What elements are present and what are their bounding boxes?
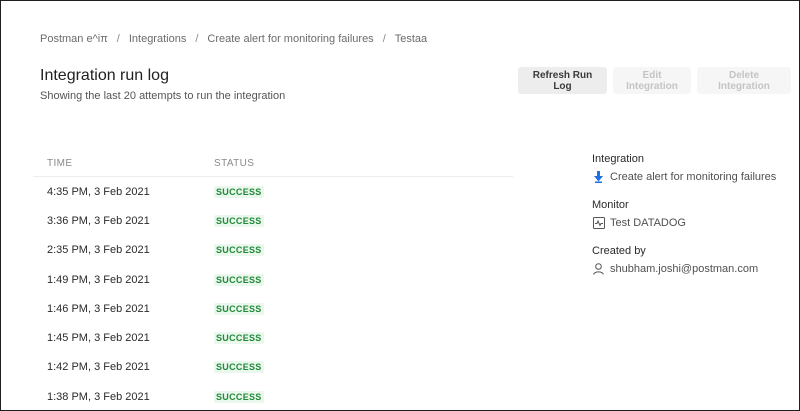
column-header-status: STATUS [214, 158, 255, 169]
breadcrumb-item-workspace[interactable]: Postman e^iπ [40, 33, 108, 45]
breadcrumb-item-integrations[interactable]: Integrations [129, 33, 186, 45]
creator-email: shubham.joshi@postman.com [610, 262, 759, 275]
page-subtitle: Showing the last 20 attempts to run the … [40, 90, 286, 102]
created-by-label: Created by [592, 245, 646, 257]
table-row: 4:35 PM, 3 Feb 2021 SUCCESS [33, 177, 513, 206]
table-header: TIME STATUS [33, 151, 513, 177]
run-time: 4:35 PM, 3 Feb 2021 [47, 185, 150, 198]
action-buttons: Refresh Run Log Edit Integration Delete … [518, 67, 791, 94]
monitor-name: Test DATADOG [610, 216, 686, 229]
run-time: 3:36 PM, 3 Feb 2021 [47, 214, 150, 227]
column-header-time: TIME [47, 158, 73, 169]
refresh-run-log-button[interactable]: Refresh Run Log [518, 67, 607, 94]
integration-label: Integration [592, 153, 644, 165]
status-badge: SUCCESS [214, 390, 264, 403]
status-badge: SUCCESS [214, 185, 264, 198]
integration-name: Create alert for monitoring failures [610, 170, 777, 183]
table-row: 3:36 PM, 3 Feb 2021 SUCCESS [33, 206, 513, 235]
created-by-detail: Created by shubham.joshi@postman.com [592, 245, 792, 275]
breadcrumb-separator: / [382, 33, 386, 45]
app-window: Postman e^iπ / Integrations / Create ale… [0, 0, 800, 411]
breadcrumb-separator: / [195, 33, 199, 45]
integration-link[interactable]: Create alert for monitoring failures [592, 170, 792, 183]
status-badge: SUCCESS [214, 214, 264, 227]
table-row: 1:49 PM, 3 Feb 2021 SUCCESS [33, 265, 513, 294]
status-badge: SUCCESS [214, 302, 264, 315]
delete-integration-button[interactable]: Delete Integration [697, 67, 791, 94]
table-row: 1:42 PM, 3 Feb 2021 SUCCESS [33, 353, 513, 382]
table-row: 1:46 PM, 3 Feb 2021 SUCCESS [33, 294, 513, 323]
integration-icon [592, 170, 605, 183]
edit-integration-button[interactable]: Edit Integration [613, 67, 691, 94]
status-badge: SUCCESS [214, 244, 264, 257]
run-time: 1:49 PM, 3 Feb 2021 [47, 273, 150, 286]
monitor-detail: Monitor Test DATADOG [592, 199, 792, 229]
status-badge: SUCCESS [214, 273, 264, 286]
run-time: 1:46 PM, 3 Feb 2021 [47, 302, 150, 315]
created-by-value: shubham.joshi@postman.com [592, 262, 792, 275]
status-badge: SUCCESS [214, 332, 264, 345]
page-title: Integration run log [40, 67, 169, 84]
user-icon [592, 262, 605, 275]
monitor-label: Monitor [592, 199, 629, 211]
run-time: 1:38 PM, 3 Feb 2021 [47, 390, 150, 403]
table-row: 2:35 PM, 3 Feb 2021 SUCCESS [33, 236, 513, 265]
status-badge: SUCCESS [214, 361, 264, 374]
table-row: 1:38 PM, 3 Feb 2021 SUCCESS [33, 382, 513, 410]
run-time: 1:45 PM, 3 Feb 2021 [47, 332, 150, 345]
breadcrumb-item-integration-type[interactable]: Create alert for monitoring failures [207, 33, 373, 45]
breadcrumb-item-current[interactable]: Testaa [395, 33, 427, 45]
monitor-icon [592, 216, 605, 229]
integration-detail: Integration Create alert for monitoring … [592, 153, 792, 183]
breadcrumb: Postman e^iπ / Integrations / Create ale… [40, 33, 427, 45]
run-time: 2:35 PM, 3 Feb 2021 [47, 244, 150, 257]
monitor-link[interactable]: Test DATADOG [592, 216, 792, 229]
table-row: 1:45 PM, 3 Feb 2021 SUCCESS [33, 323, 513, 352]
breadcrumb-separator: / [116, 33, 120, 45]
run-log-table: TIME STATUS 4:35 PM, 3 Feb 2021 SUCCESS … [33, 151, 513, 410]
run-time: 1:42 PM, 3 Feb 2021 [47, 361, 150, 374]
details-sidebar: Integration Create alert for monitoring … [592, 153, 792, 291]
